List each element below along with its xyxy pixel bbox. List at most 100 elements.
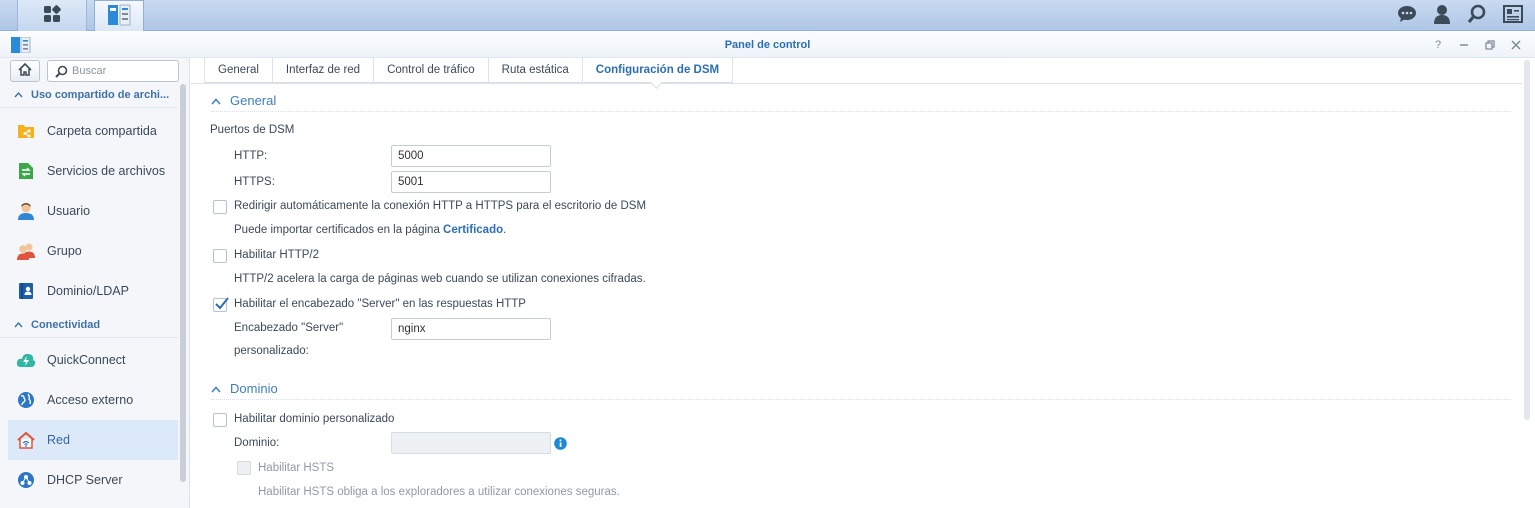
http-label: HTTP: xyxy=(234,150,268,162)
chat-button[interactable] xyxy=(1389,0,1425,31)
sidebar-item-user[interactable]: Usuario xyxy=(8,191,178,231)
custom-server-header-input[interactable] xyxy=(391,318,551,340)
server-header-label: Habilitar el encabezado "Server" en las … xyxy=(234,298,526,310)
apps-grid-icon xyxy=(43,5,61,26)
home-button[interactable] xyxy=(10,60,40,82)
http2-description: HTTP/2 acelera la carga de páginas web c… xyxy=(234,273,646,285)
chevron-up-icon xyxy=(14,319,23,331)
widgets-button[interactable] xyxy=(1495,0,1531,31)
sidebar-item-label: Servicios de archivos xyxy=(47,164,166,178)
sidebar-item-file-services[interactable]: Servicios de archivos xyxy=(8,151,178,191)
search-icon xyxy=(1467,4,1487,27)
home-icon xyxy=(18,62,32,79)
quickconnect-icon xyxy=(16,350,36,370)
sidebar-search xyxy=(47,60,179,82)
tab-static-route[interactable]: Ruta estática xyxy=(489,58,583,82)
chat-icon xyxy=(1397,5,1417,26)
sidebar-item-label: Dominio/LDAP xyxy=(47,284,129,298)
section-general-header[interactable]: General xyxy=(211,92,1511,112)
section-title: General xyxy=(230,93,277,108)
domain-ldap-icon xyxy=(16,281,36,301)
hsts-checkbox[interactable] xyxy=(237,461,251,475)
section-label: Conectividad xyxy=(31,318,101,331)
tab-bar: General Interfaz de red Control de tráfi… xyxy=(204,58,734,83)
sidebar-item-quickconnect[interactable]: QuickConnect xyxy=(8,340,178,380)
user-icon xyxy=(16,201,36,221)
section-file-sharing[interactable]: Uso compartido de archi... xyxy=(0,82,178,108)
sidebar-item-group[interactable]: Grupo xyxy=(8,231,178,271)
section-connectivity[interactable]: Conectividad xyxy=(0,312,178,338)
network-icon xyxy=(16,430,36,450)
sidebar-item-label: Usuario xyxy=(47,204,91,218)
search-input[interactable] xyxy=(72,64,172,78)
sidebar-item-shared-folder[interactable]: Carpeta compartida xyxy=(8,111,178,151)
checkmark-icon xyxy=(214,296,230,315)
server-header-checkbox[interactable] xyxy=(213,296,230,315)
sidebar-item-network[interactable]: Red xyxy=(8,420,178,460)
chevron-up-icon xyxy=(14,89,23,101)
tab-general[interactable]: General xyxy=(204,58,273,82)
http-port-input[interactable] xyxy=(391,145,551,167)
certificate-hint: Puede importar certificados en la página… xyxy=(234,224,506,236)
chevron-up-icon xyxy=(211,381,221,396)
section-title: Dominio xyxy=(230,381,278,396)
sidebar-item-label: Grupo xyxy=(47,244,82,258)
domain-label: Dominio: xyxy=(234,437,280,449)
sidebar-item-label: Acceso externo xyxy=(47,393,134,407)
group-icon xyxy=(16,241,36,261)
sidebar-scrollbar[interactable] xyxy=(180,84,186,482)
section-label: Uso compartido de archi... xyxy=(31,88,170,101)
main-scrollbar[interactable] xyxy=(1524,60,1530,420)
control-panel-icon xyxy=(107,4,131,29)
chevron-up-icon xyxy=(211,93,221,108)
https-label: HTTPS: xyxy=(234,176,275,188)
search-button[interactable] xyxy=(1459,0,1495,31)
sidebar-item-dhcp-server[interactable]: DHCP Server xyxy=(8,460,178,500)
http2-label: Habilitar HTTP/2 xyxy=(234,249,319,261)
sidebar-item-label: Red xyxy=(47,433,70,447)
hsts-label: Habilitar HSTS xyxy=(258,462,335,474)
help-icon[interactable]: ? xyxy=(1429,36,1447,54)
restore-icon[interactable] xyxy=(1481,36,1499,54)
minimize-icon[interactable] xyxy=(1455,36,1473,54)
sidebar: Uso compartido de archi... Carpeta compa… xyxy=(0,58,190,508)
tab-network-interface[interactable]: Interfaz de red xyxy=(273,58,375,82)
user-menu-button[interactable] xyxy=(1424,0,1460,31)
close-icon[interactable] xyxy=(1507,36,1525,54)
sidebar-item-label: Carpeta compartida xyxy=(47,124,157,138)
certificate-hint-end: . xyxy=(503,224,507,236)
sidebar-item-label: DHCP Server xyxy=(47,473,123,487)
external-access-icon xyxy=(16,390,36,410)
http2-checkbox[interactable] xyxy=(213,249,227,263)
main-menu-button[interactable] xyxy=(17,0,87,31)
taskbar xyxy=(0,0,1535,31)
dhcp-icon xyxy=(16,470,36,490)
dsm-ports-label: Puertos de DSM xyxy=(210,124,295,136)
control-panel-taskbar-button[interactable] xyxy=(94,0,144,31)
custom-domain-checkbox[interactable] xyxy=(213,413,227,427)
shared-folder-icon xyxy=(16,121,36,141)
custom-header-label-2: personalizado: xyxy=(234,345,309,357)
tab-traffic-control[interactable]: Control de tráfico xyxy=(374,58,489,82)
tab-dsm-settings[interactable]: Configuración de DSM xyxy=(583,58,734,82)
section-domain-header[interactable]: Dominio xyxy=(211,380,1511,400)
widgets-icon xyxy=(1503,5,1523,26)
sidebar-item-external-access[interactable]: Acceso externo xyxy=(8,380,178,420)
info-icon[interactable] xyxy=(554,437,567,453)
file-services-icon xyxy=(16,161,36,181)
redirect-https-label: Redirigir automáticamente la conexión HT… xyxy=(234,200,647,212)
user-icon xyxy=(1433,4,1451,27)
sidebar-item-label: QuickConnect xyxy=(47,353,126,367)
sidebar-item-domain-ldap[interactable]: Dominio/LDAP xyxy=(8,271,178,311)
https-port-input[interactable] xyxy=(391,171,551,193)
redirect-https-checkbox[interactable] xyxy=(213,200,227,214)
custom-domain-label: Habilitar dominio personalizado xyxy=(234,413,395,425)
certificate-link[interactable]: Certificado xyxy=(443,224,503,236)
hsts-description: Habilitar HSTS obliga a los exploradores… xyxy=(258,486,620,498)
domain-input[interactable] xyxy=(391,432,551,454)
custom-header-label: Encabezado "Server" xyxy=(234,322,344,334)
main-content: General Puertos de DSM HTTP: HTTPS: Redi… xyxy=(191,84,1522,508)
search-icon xyxy=(55,65,68,81)
window-title: Panel de control xyxy=(724,39,811,51)
window-titlebar: Panel de control ? xyxy=(0,32,1535,58)
